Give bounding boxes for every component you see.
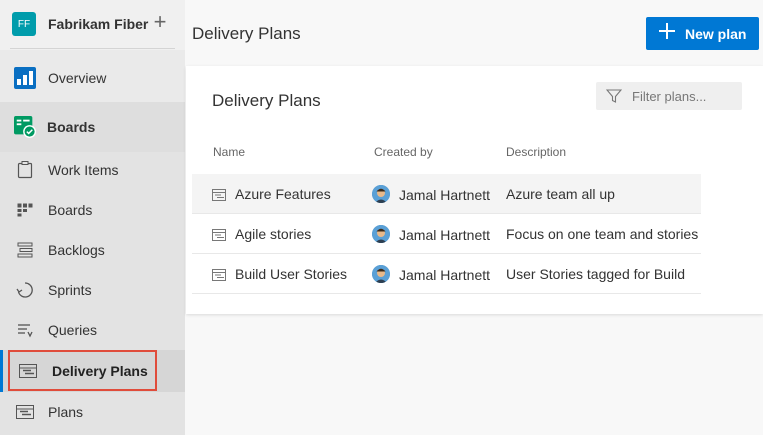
column-header-created-by[interactable]: Created by bbox=[374, 145, 433, 159]
plan-icon bbox=[212, 228, 226, 244]
plans-icon bbox=[14, 401, 36, 423]
highlight-box bbox=[8, 350, 157, 391]
plan-description: User Stories tagged for Build bbox=[506, 266, 685, 282]
nav-item-label: Sprints bbox=[48, 282, 92, 298]
overview-icon bbox=[14, 67, 36, 89]
nav-item-label: Queries bbox=[48, 322, 98, 338]
org-name[interactable]: Fabrikam Fiber bbox=[48, 16, 148, 32]
filter-plans-input[interactable]: Filter plans... bbox=[596, 82, 742, 110]
backlog-icon bbox=[14, 239, 36, 261]
plan-name[interactable]: Agile stories bbox=[235, 226, 311, 242]
nav-item-work-items[interactable]: Work Items bbox=[0, 150, 185, 190]
nav-item-label: Boards bbox=[48, 202, 93, 218]
column-header-description[interactable]: Description bbox=[506, 145, 566, 159]
queries-icon bbox=[14, 319, 36, 341]
nav-item-queries[interactable]: Queries bbox=[0, 310, 185, 350]
nav-item-backlogs[interactable]: Backlogs bbox=[0, 230, 185, 270]
nav-item-label: Work Items bbox=[48, 162, 119, 178]
sprint-icon bbox=[14, 279, 36, 301]
add-project-icon[interactable]: + bbox=[150, 11, 170, 33]
nav-item-label: Plans bbox=[48, 404, 84, 420]
created-by: Jamal Hartnett bbox=[399, 227, 491, 243]
nav-item-label: Backlogs bbox=[48, 242, 105, 258]
avatar bbox=[372, 185, 390, 203]
clipboard-icon bbox=[14, 159, 36, 181]
selected-indicator bbox=[0, 350, 3, 392]
org-header: FF Fabrikam Fiber + bbox=[0, 0, 185, 50]
left-navigation: FF Fabrikam Fiber + Overview Boards Work… bbox=[0, 0, 185, 435]
org-avatar[interactable]: FF bbox=[12, 12, 36, 36]
plan-name[interactable]: Azure Features bbox=[235, 186, 331, 202]
nav-item-boards[interactable]: Boards bbox=[0, 190, 185, 230]
plan-name[interactable]: Build User Stories bbox=[235, 266, 347, 282]
created-by: Jamal Hartnett bbox=[399, 187, 491, 203]
nav-item-label: Overview bbox=[48, 70, 107, 86]
table-row[interactable]: Build User Stories Jamal Hartnett User S… bbox=[192, 254, 701, 294]
page-title: Delivery Plans bbox=[192, 24, 301, 43]
card-title: Delivery Plans bbox=[212, 91, 321, 110]
new-plan-label: New plan bbox=[685, 26, 747, 42]
created-by: Jamal Hartnett bbox=[399, 267, 491, 283]
plus-icon bbox=[658, 22, 676, 44]
delivery-plans-card: Delivery Plans Filter plans... Name Crea… bbox=[186, 66, 763, 314]
nav-hub-boards[interactable]: Boards bbox=[0, 102, 185, 152]
nav-hub-label: Boards bbox=[47, 119, 96, 135]
avatar bbox=[372, 265, 390, 283]
column-header-name[interactable]: Name bbox=[213, 145, 245, 159]
new-plan-button[interactable]: New plan bbox=[646, 17, 759, 50]
plan-icon bbox=[212, 188, 226, 204]
filter-icon bbox=[605, 88, 623, 109]
org-divider bbox=[10, 48, 175, 49]
plan-description: Azure team all up bbox=[506, 186, 615, 202]
nav-item-overview[interactable]: Overview bbox=[0, 58, 185, 98]
nav-item-sprints[interactable]: Sprints bbox=[0, 270, 185, 310]
avatar bbox=[372, 225, 390, 243]
boards-hub-icon bbox=[14, 116, 36, 138]
table-row[interactable]: Azure Features Jamal Hartnett Azure team… bbox=[192, 174, 701, 214]
table-row[interactable]: Agile stories Jamal Hartnett Focus on on… bbox=[192, 214, 701, 254]
plan-description: Focus on one team and stories bbox=[506, 226, 699, 242]
nav-item-plans[interactable]: Plans bbox=[0, 392, 185, 432]
plan-icon bbox=[212, 268, 226, 284]
filter-placeholder: Filter plans... bbox=[632, 89, 707, 104]
kanban-board-icon bbox=[14, 199, 36, 221]
